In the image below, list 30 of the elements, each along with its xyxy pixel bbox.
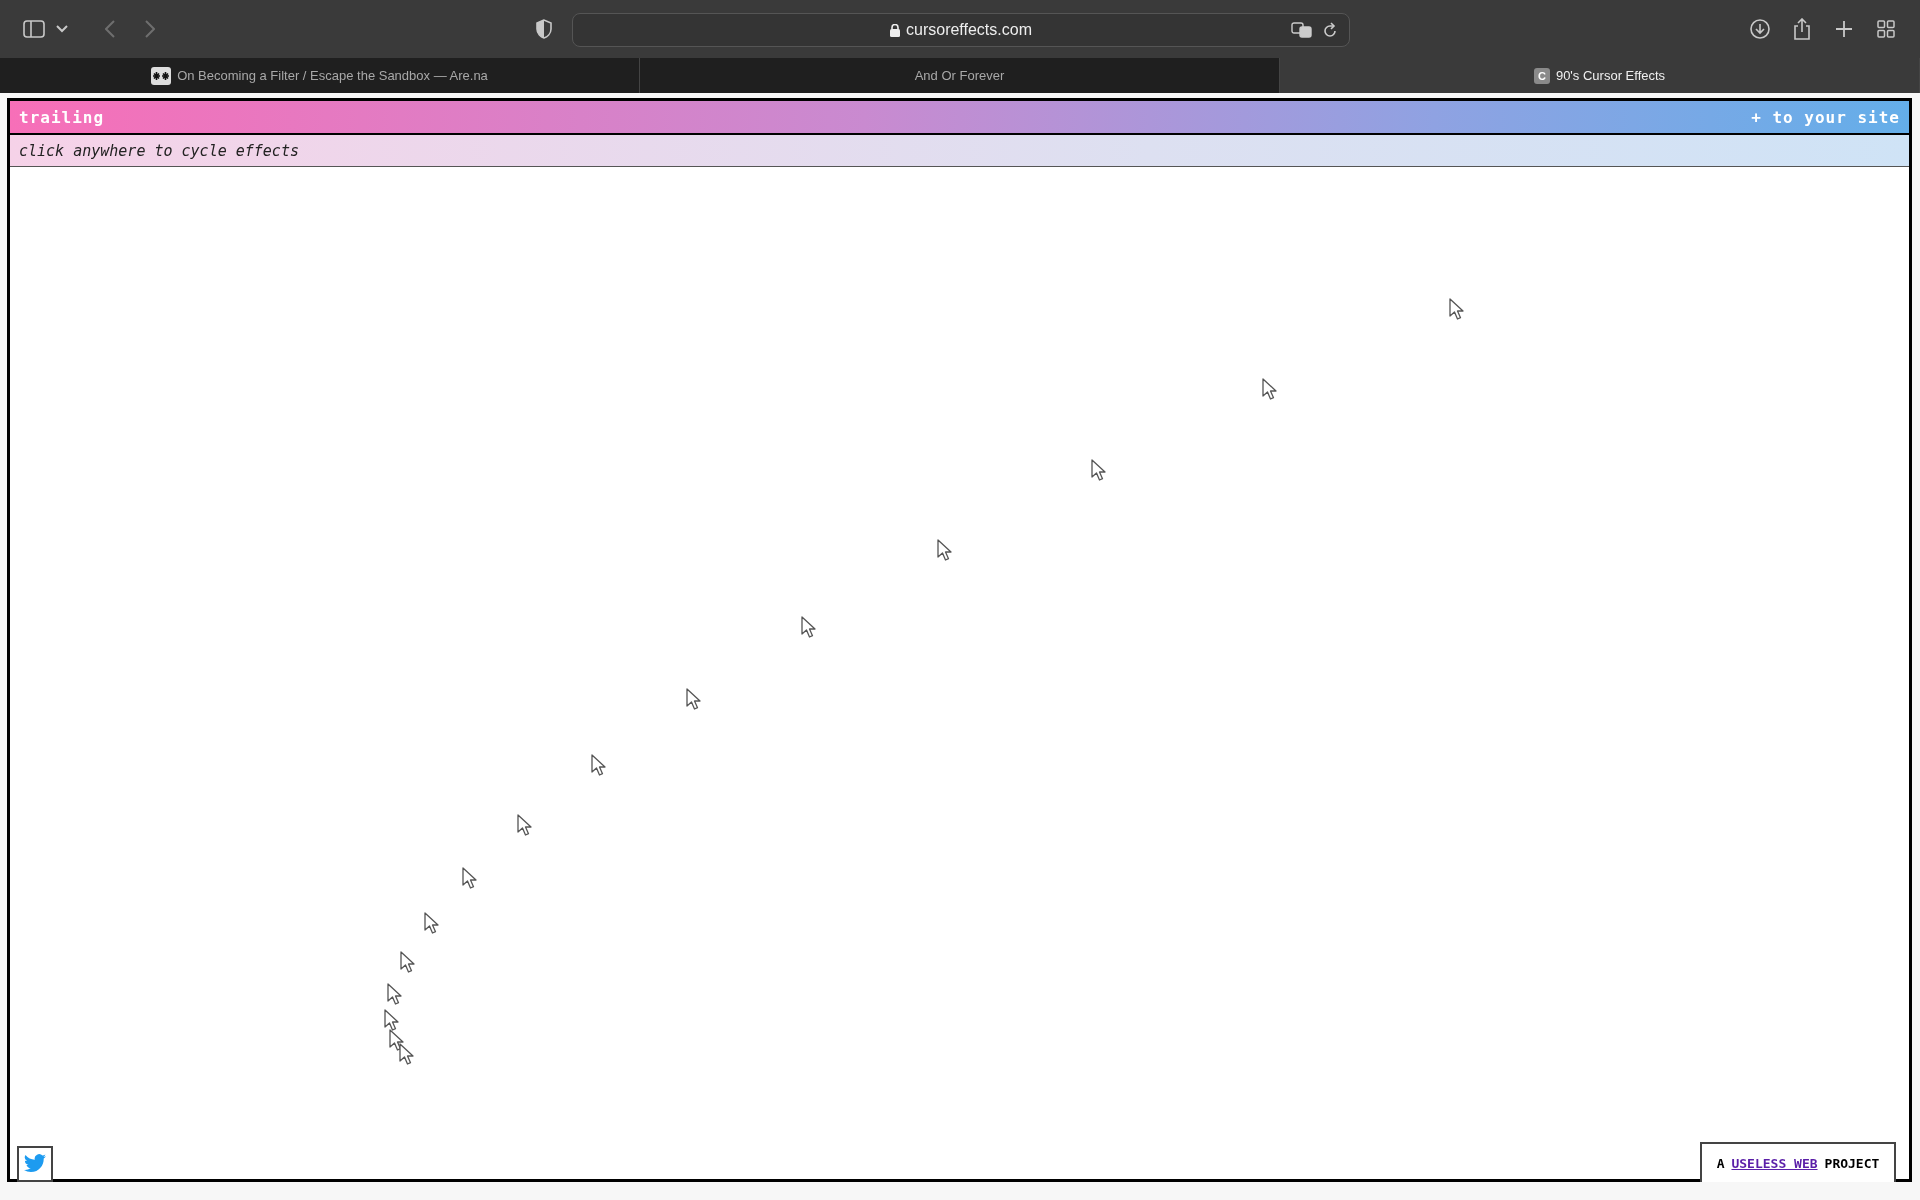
site-favicon: C [1533, 67, 1550, 84]
cursor-arrow-icon [591, 754, 607, 776]
lock-icon [890, 23, 900, 37]
twitter-button[interactable] [17, 1146, 53, 1182]
effect-name: trailing [19, 107, 105, 127]
cursor-arrow-icon [384, 1009, 400, 1031]
address-text: cursoreffects.com [906, 21, 1032, 39]
cursor-arrow-icon [937, 539, 953, 561]
cursor-arrow-icon [389, 1029, 405, 1051]
cursor-arrow-icon [1449, 298, 1465, 320]
cursor-arrow-icon [686, 688, 702, 710]
address-field[interactable]: cursoreffects.com [572, 13, 1350, 47]
translate-icon[interactable] [1291, 22, 1313, 38]
cursor-arrow-icon [424, 912, 440, 934]
hint-text: click anywhere to cycle effects [19, 141, 299, 160]
useless-web-link[interactable]: USELESS WEB [1731, 1155, 1818, 1171]
cursor-arrow-icon [801, 616, 817, 638]
cursor-arrow-icon [1262, 378, 1278, 400]
cursor-arrow-icon [387, 983, 403, 1005]
browser-tab[interactable]: C 90's Cursor Effects [1280, 58, 1920, 93]
cursor-arrow-icon [517, 814, 533, 836]
asterisks-icon [151, 66, 172, 85]
cursor-arrow-icon [400, 951, 416, 973]
reload-icon[interactable] [1323, 22, 1337, 38]
badge-suffix: PROJECT [1824, 1155, 1880, 1171]
cursor-arrow-icon [462, 867, 478, 889]
cursor-arrow-icon [399, 1043, 415, 1065]
bird-icon [23, 1154, 47, 1174]
cursor-arrow-icon [1091, 459, 1107, 481]
badge-prefix: A [1716, 1155, 1725, 1171]
